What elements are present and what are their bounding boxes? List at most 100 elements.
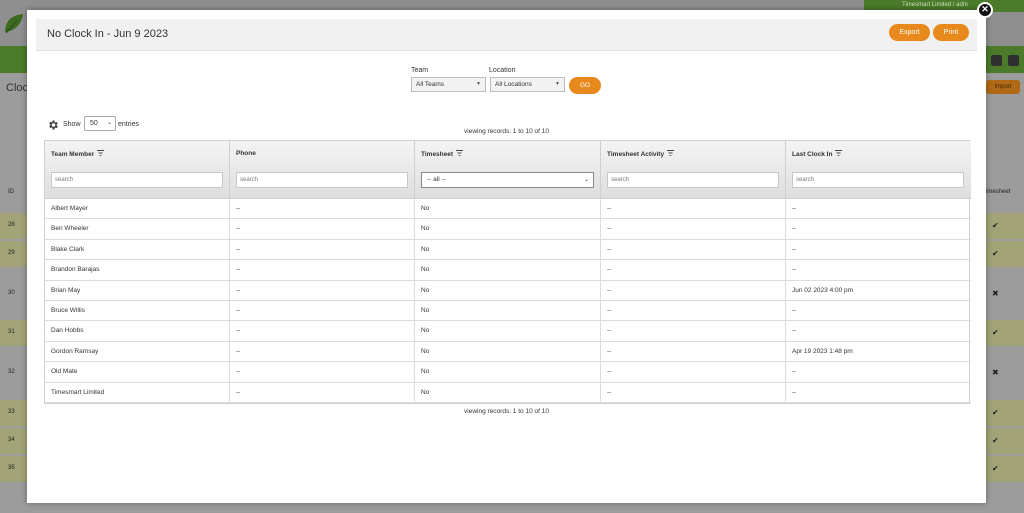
column-title-text: Timesheet (421, 151, 454, 158)
no-clock-in-table: Team Member search Phone search Timesheet -- … (44, 140, 971, 404)
table-cell: No (415, 341, 601, 363)
table-row[interactable]: Brandon Barajas -- No -- -- (45, 260, 971, 281)
table-cell: No (415, 280, 601, 301)
table-cell: No (415, 199, 601, 220)
table-cell: -- (792, 307, 797, 314)
column-header-phone[interactable]: Phone search (230, 141, 415, 199)
table-cell: Brian May (45, 280, 230, 301)
table-cell: -- (792, 388, 797, 396)
bg-help-icon (1008, 55, 1019, 66)
table-row[interactable]: Bruce Willis -- No -- -- (45, 301, 971, 322)
table-cell: Blake Clark (45, 239, 230, 261)
table-cell: -- (601, 219, 786, 240)
filter-icon[interactable] (456, 150, 464, 158)
column-search-input[interactable]: search (236, 172, 408, 188)
timesheet-filter-value: -- all -- (427, 176, 446, 183)
filter-icon[interactable] (667, 150, 675, 158)
bg-import-button: Import (986, 80, 1020, 94)
table-cell: No (415, 219, 601, 240)
table-cell: Timesmart Limited (45, 382, 230, 403)
table-row[interactable]: Gordon Ramsay -- No -- Apr 19 2023 1:48 pm (45, 341, 971, 363)
table-header: Team Member search Phone search Timesheet -- … (45, 141, 971, 199)
column-search-input[interactable]: search (607, 172, 779, 188)
column-title: Team Member (51, 150, 105, 158)
column-title: Timesheet (421, 150, 464, 158)
bg-row-id: 29 (8, 250, 15, 256)
bg-row-id: 31 (8, 329, 15, 335)
location-filter-label: Location (489, 67, 516, 74)
table-cell: No (415, 239, 601, 261)
bg-user-text: Timesmart Limited / adm (902, 2, 968, 8)
table-row[interactable]: Old Mate -- No -- -- (45, 362, 971, 383)
table-row[interactable]: Blake Clark -- No -- -- (45, 239, 971, 261)
table-cell: -- (601, 260, 786, 281)
column-title: Timesheet Activity (607, 150, 675, 158)
table-cell: -- (792, 225, 797, 233)
column-title: Last Clock In (792, 150, 843, 158)
team-select-value: All Teams (416, 81, 445, 88)
table-cell: Brandon Barajas (45, 260, 230, 281)
table-row[interactable]: Brian May -- No -- Jun 02 2023 4:00 pm (45, 280, 971, 301)
table-cell: -- (792, 327, 797, 335)
table-cell: -- (230, 341, 415, 363)
go-button[interactable]: GO (569, 77, 601, 94)
table-cell: Gordon Ramsay (45, 341, 230, 363)
table-cell: -- (601, 199, 786, 220)
table-cell: No (415, 362, 601, 383)
show-label: Show (63, 121, 81, 128)
column-title-text: Timesheet Activity (607, 151, 665, 158)
modal-title: No Clock In - Jun 9 2023 (47, 28, 169, 40)
location-select-value: All Locations (495, 81, 532, 88)
column-header-last-clock-in[interactable]: Last Clock In search (786, 141, 971, 199)
table-cell: -- (601, 239, 786, 261)
team-select[interactable]: All Teams ▼ (411, 77, 486, 92)
table-cell: -- (601, 362, 786, 383)
table-cell: Albert Mayer (45, 199, 230, 220)
table-cell: -- (230, 199, 415, 220)
location-select[interactable]: All Locations ▼ (490, 77, 565, 92)
filter-icon[interactable] (97, 150, 105, 158)
team-filter-label: Team (411, 67, 429, 74)
bg-row-id: 28 (8, 222, 15, 228)
bg-row-id: 34 (8, 437, 15, 443)
close-icon[interactable]: ✕ (977, 2, 993, 18)
table-cell: No (415, 301, 601, 322)
timesheet-filter-select[interactable]: -- all -- ⌄ (421, 172, 594, 188)
column-search-input[interactable]: search (51, 172, 223, 188)
table-cell: Jun 02 2023 4:00 pm (792, 286, 854, 294)
column-header-team-member[interactable]: Team Member search (45, 141, 230, 199)
column-title-text: Team Member (51, 151, 95, 158)
table-cell: -- (792, 205, 797, 212)
column-title-text: Phone (236, 150, 256, 157)
check-icon: ✔ (992, 408, 999, 417)
filter-icon[interactable] (835, 150, 843, 158)
column-search-input[interactable]: search (792, 172, 964, 188)
viewing-records-top: viewing records: 1 to 10 of 10 (464, 128, 549, 135)
table-cell: Old Mate (45, 362, 230, 383)
bg-id-header: ID (8, 189, 14, 195)
table-cell: -- (230, 260, 415, 281)
table-row[interactable]: Albert Mayer -- No -- -- (45, 199, 971, 220)
no-clock-in-modal: No Clock In - Jun 9 2023 Export Print Te… (27, 10, 986, 503)
cross-icon: ✖ (992, 289, 999, 298)
export-button[interactable]: Export (889, 24, 930, 41)
bg-timesheet-header: imesheet (986, 189, 1011, 195)
logo-leaf-icon (5, 14, 23, 34)
column-header-timesheet-activity[interactable]: Timesheet Activity search (601, 141, 786, 199)
cross-icon: ✖ (992, 368, 999, 377)
table-cell: -- (601, 341, 786, 363)
table-row[interactable]: Timesmart Limited -- No -- -- (45, 382, 971, 403)
table-cell: -- (230, 239, 415, 261)
table-row[interactable]: Ben Wheeler -- No -- -- (45, 219, 971, 240)
modal-body: No Clock In - Jun 9 2023 Export Print Te… (36, 19, 977, 495)
table-cell: -- (792, 368, 797, 376)
table-cell: Apr 19 2023 1:48 pm (792, 347, 853, 355)
column-header-timesheet[interactable]: Timesheet -- all -- ⌄ (415, 141, 601, 199)
table-cell: -- (230, 301, 415, 322)
bg-page-title: Cloc (6, 82, 29, 94)
entries-value: 50 (90, 120, 98, 127)
table-row[interactable]: Dan Hobbs -- No -- -- (45, 321, 971, 342)
bg-row-id: 35 (8, 465, 15, 471)
print-button[interactable]: Print (933, 24, 969, 41)
modal-header: No Clock In - Jun 9 2023 Export Print (36, 19, 977, 51)
